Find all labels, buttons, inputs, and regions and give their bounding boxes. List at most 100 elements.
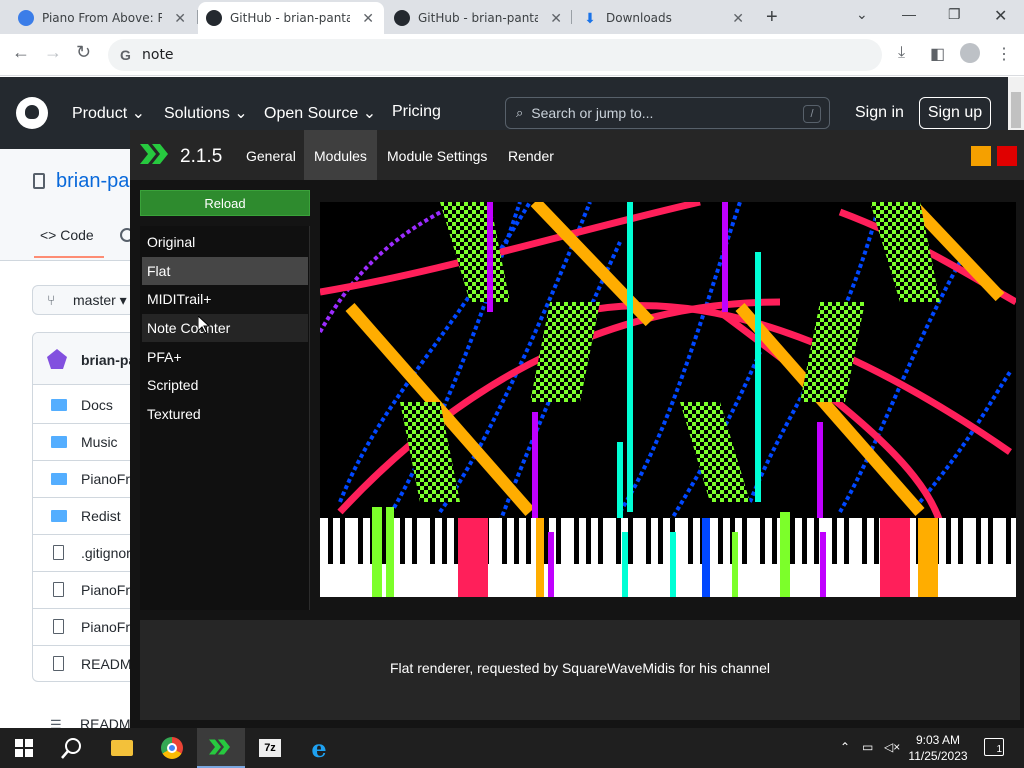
- reload-page-button[interactable]: ↻: [76, 42, 91, 63]
- restore-button[interactable]: ❐: [948, 6, 961, 23]
- mouse-cursor-icon: [198, 316, 210, 334]
- new-tab-button[interactable]: +: [766, 6, 778, 29]
- folder-icon: [111, 740, 133, 756]
- module-item-scripted[interactable]: Scripted: [142, 371, 308, 399]
- file-row[interactable]: PianoFro: [33, 572, 141, 609]
- chrome-icon-center: [167, 743, 177, 753]
- more-menu-icon[interactable]: ⋮: [996, 44, 1012, 64]
- repo-title[interactable]: brian-pa: [56, 170, 129, 193]
- browser-tab-4[interactable]: ⬇ Downloads ✕: [574, 2, 754, 34]
- search-button[interactable]: [48, 728, 96, 768]
- branch-name: master: [73, 292, 116, 308]
- app-menubar: 2.1.5 General Modules Module Settings Re…: [130, 130, 1024, 180]
- volume-muted-icon[interactable]: ◁×: [884, 740, 900, 754]
- file-icon: [53, 582, 64, 597]
- repo-header: [0, 149, 130, 261]
- file-row[interactable]: .gitignor: [33, 535, 141, 572]
- minimize-app-button[interactable]: [971, 146, 991, 166]
- tray-overflow-icon[interactable]: ⌃: [840, 740, 850, 754]
- file-row[interactable]: Music: [33, 424, 141, 461]
- file-icon: [53, 619, 64, 634]
- file-row[interactable]: PianoFro: [33, 461, 141, 498]
- commit-author[interactable]: brian-pa: [81, 352, 136, 368]
- clock-date: 11/25/2023: [908, 749, 968, 763]
- file-row[interactable]: Redist: [33, 498, 141, 535]
- 7zip-icon: 7z: [259, 739, 281, 757]
- close-icon[interactable]: ✕: [174, 10, 186, 27]
- side-panel-icon[interactable]: ◧: [930, 44, 945, 64]
- module-item-flat[interactable]: Flat: [142, 257, 308, 285]
- visualizer-taskbar-button[interactable]: [197, 728, 245, 768]
- notification-center-icon[interactable]: 1: [984, 738, 1004, 756]
- file-row[interactable]: Docs: [33, 387, 141, 424]
- browser-tab-2[interactable]: GitHub - brian-pantan ✕: [198, 2, 384, 34]
- github-logo-icon[interactable]: [16, 97, 48, 129]
- back-button[interactable]: ←: [12, 42, 30, 63]
- module-item-miditrail[interactable]: MIDITrail+: [142, 285, 308, 313]
- file-row[interactable]: READMI: [33, 646, 141, 681]
- minimize-button[interactable]: —: [902, 6, 916, 22]
- sign-in-link[interactable]: Sign in: [855, 104, 904, 122]
- module-description-bar: Flat renderer, requested by SquareWaveMi…: [140, 620, 1020, 720]
- start-button[interactable]: [0, 728, 48, 768]
- reload-button[interactable]: Reload: [140, 190, 310, 216]
- tab-strip: Piano From Above: Re ✕ GitHub - brian-pa…: [0, 0, 1024, 34]
- 7zip-taskbar-button[interactable]: 7z: [246, 728, 294, 768]
- close-icon[interactable]: ✕: [550, 10, 562, 27]
- module-item-note-counter[interactable]: Note Counter: [142, 314, 308, 342]
- app-version: 2.1.5: [180, 146, 223, 167]
- close-icon[interactable]: ✕: [362, 10, 374, 27]
- system-clock[interactable]: 9:03 AM 11/25/2023: [900, 732, 976, 764]
- search-input[interactable]: [531, 105, 782, 121]
- nav-pricing[interactable]: Pricing: [392, 103, 441, 121]
- latest-commit: brian-pa: [33, 333, 141, 385]
- browser-tab-3[interactable]: GitHub - brian-pantan ✕: [386, 2, 572, 34]
- nav-open-source[interactable]: Open Source ⌄: [264, 103, 376, 123]
- ie-taskbar-button[interactable]: e: [295, 728, 343, 768]
- nav-solutions[interactable]: Solutions ⌄: [164, 103, 248, 123]
- nav-product[interactable]: Product ⌄: [72, 103, 145, 123]
- branch-selector[interactable]: ⑂ master ▾: [32, 285, 142, 315]
- folder-icon: [51, 399, 67, 411]
- windows-logo-icon: [15, 739, 33, 757]
- profile-avatar[interactable]: [960, 43, 980, 63]
- visualizer-window: 2.1.5 General Modules Module Settings Re…: [130, 130, 1024, 728]
- close-app-button[interactable]: [997, 146, 1017, 166]
- tab-search-icon[interactable]: ⌄: [856, 6, 868, 23]
- module-item-pfa[interactable]: PFA+: [142, 343, 308, 371]
- download-icon: ⬇: [584, 10, 596, 26]
- code-tab[interactable]: <> Code: [40, 227, 94, 243]
- sign-up-button[interactable]: Sign up: [919, 97, 991, 129]
- code-tab-underline: [34, 256, 104, 258]
- omnibox[interactable]: G: [108, 39, 882, 71]
- scrollbar-thumb[interactable]: [1011, 92, 1021, 128]
- file-explorer-button[interactable]: [98, 728, 146, 768]
- repo-icon: [33, 173, 45, 189]
- browser-tab-title: Piano From Above: Re: [42, 11, 162, 25]
- github-favicon-icon: [206, 10, 222, 26]
- branch-icon: ⑂: [47, 292, 56, 308]
- menu-general[interactable]: General: [236, 130, 306, 180]
- piano-from-above-favicon-icon: [18, 10, 34, 26]
- browser-toolbar: ← → ↻ G ⤓ ◧ ⋮: [0, 34, 1024, 76]
- app-logo-icon: [209, 739, 230, 755]
- menu-modules[interactable]: Modules: [304, 130, 377, 180]
- menu-module-settings[interactable]: Module Settings: [377, 130, 497, 180]
- menu-render[interactable]: Render: [498, 130, 564, 180]
- browser-tab-1[interactable]: Piano From Above: Re ✕: [10, 2, 196, 34]
- close-icon[interactable]: ✕: [732, 10, 744, 27]
- file-row[interactable]: PianoFro: [33, 609, 141, 646]
- forward-button[interactable]: →: [44, 42, 62, 63]
- chrome-icon: [161, 737, 183, 759]
- chrome-taskbar-button[interactable]: [148, 728, 196, 768]
- search-icon: ⌕: [516, 105, 524, 120]
- network-icon[interactable]: ▭: [862, 740, 873, 754]
- clock-time: 9:03 AM: [915, 733, 961, 747]
- close-window-button[interactable]: ✕: [994, 6, 1007, 26]
- module-item-textured[interactable]: Textured: [142, 400, 308, 428]
- address-input[interactable]: [142, 47, 742, 63]
- github-search[interactable]: ⌕ /: [505, 97, 830, 129]
- module-item-original[interactable]: Original: [142, 228, 308, 256]
- downloads-icon[interactable]: ⤓: [898, 44, 905, 62]
- google-icon: G: [120, 47, 131, 63]
